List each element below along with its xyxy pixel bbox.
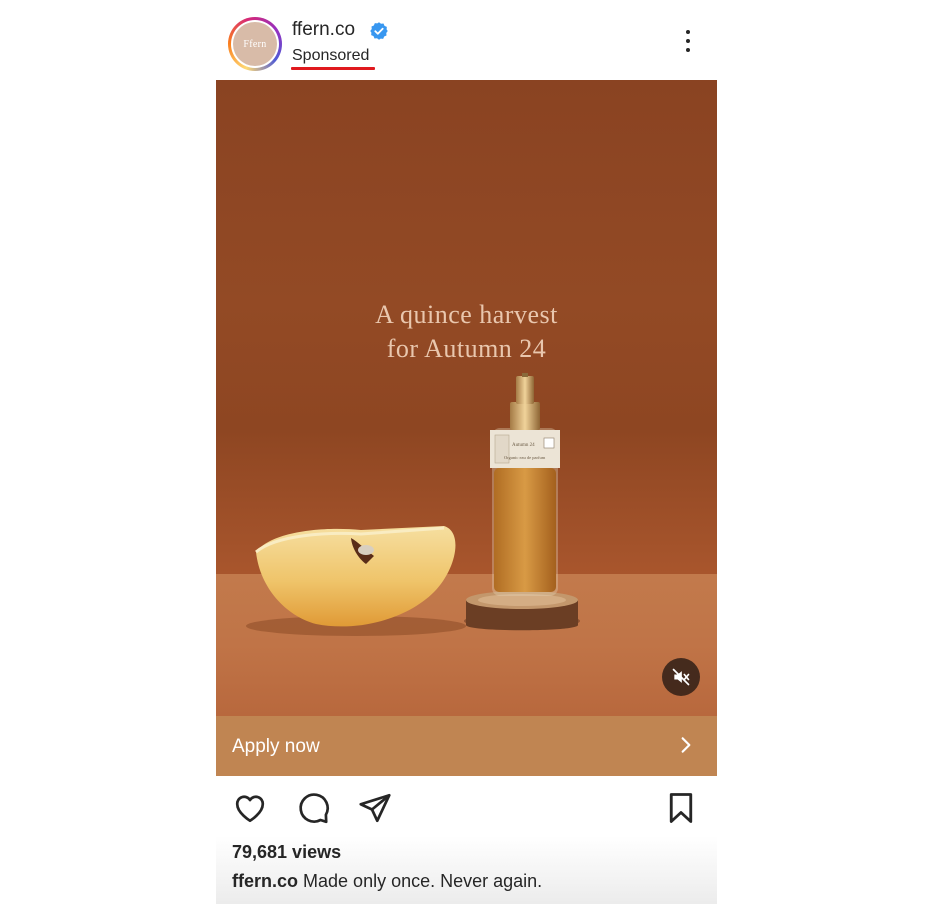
muted-speaker-icon <box>672 668 690 686</box>
bottle-label-name: Autumn 24 <box>512 443 535 448</box>
post-actions <box>216 776 717 836</box>
post-media[interactable]: A quince harvest for Autumn 24 Autumn 24… <box>216 80 717 716</box>
post-caption: ffern.co Made only once. Never again. <box>232 871 542 892</box>
post-username[interactable]: ffern.co <box>292 19 355 41</box>
post-header: Ffern ffern.co Sponsored <box>216 0 717 80</box>
heart-icon[interactable] <box>232 790 268 826</box>
story-ring[interactable]: Ffern <box>228 17 282 71</box>
product-illustration: Autumn 24 Organic eau de parfum <box>246 373 580 636</box>
caption-username[interactable]: ffern.co <box>232 871 298 891</box>
send-icon[interactable] <box>357 790 393 826</box>
sponsored-label[interactable]: Sponsored <box>292 47 369 65</box>
comment-icon[interactable] <box>295 790 331 826</box>
caption-text: Made only once. Never again. <box>303 871 543 891</box>
views-count[interactable]: 79,681 views <box>232 842 341 863</box>
bookmark-icon[interactable] <box>663 790 699 826</box>
instagram-post: Ffern ffern.co Sponsored A quince harves… <box>216 0 717 904</box>
avatar[interactable]: Ffern <box>231 20 279 68</box>
sponsored-underline-mark <box>291 67 375 70</box>
apply-now-cta[interactable]: Apply now <box>216 716 717 776</box>
mute-toggle-button[interactable] <box>662 658 700 696</box>
chevron-right-icon <box>681 737 691 753</box>
more-vertical-icon[interactable] <box>682 30 694 56</box>
verified-badge-icon <box>370 22 388 40</box>
cta-label: Apply now <box>232 736 320 757</box>
bottle-label-sub: Organic eau de parfum <box>504 455 546 460</box>
avatar-logo: Ffern <box>233 22 277 66</box>
